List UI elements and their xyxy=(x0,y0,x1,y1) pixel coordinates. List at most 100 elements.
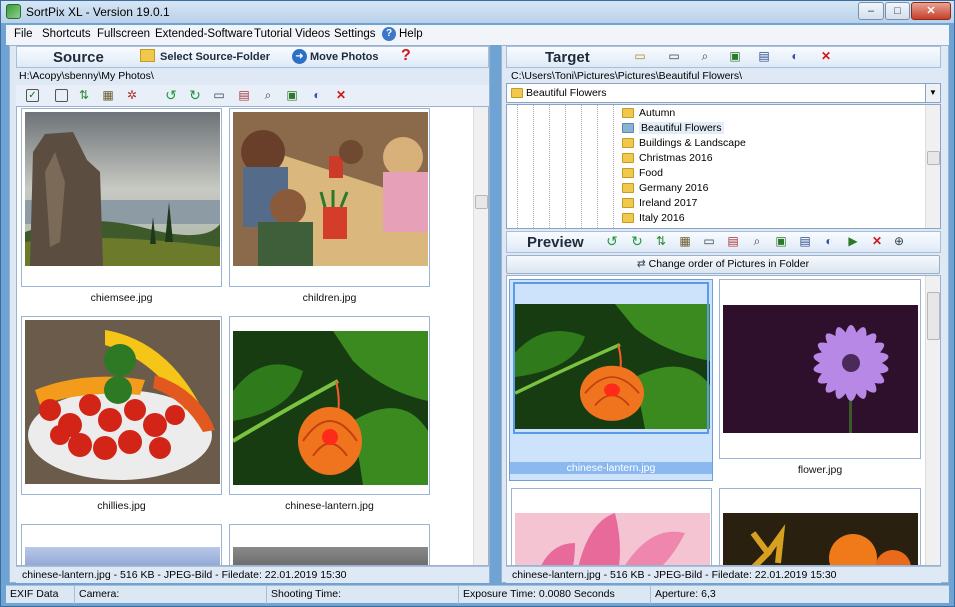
chillies-image xyxy=(25,320,220,484)
delete-icon[interactable]: ✕ xyxy=(816,47,836,67)
scrollbar-thumb[interactable] xyxy=(475,195,488,209)
window-title: SortPix XL - Version 19.0.1 xyxy=(26,5,170,19)
menu-extended-software[interactable]: Extended-Software xyxy=(155,28,253,40)
flower-image xyxy=(723,305,918,433)
thumb-caption: flower.jpg xyxy=(797,464,843,476)
rename-folder-icon[interactable]: ▭ xyxy=(664,47,684,67)
settings-wheel-icon[interactable]: ✲ xyxy=(122,86,142,106)
preview-scrollbar[interactable] xyxy=(925,276,940,565)
arrow-right-icon: ➜ xyxy=(292,49,307,64)
thumb-chiemsee[interactable]: chiemsee.jpg xyxy=(21,108,222,304)
thumb-chinese-lantern[interactable]: chinese-lantern.jpg xyxy=(229,316,430,512)
monitor-icon[interactable]: ▤ xyxy=(795,232,815,252)
thumb-caption: chinese-lantern.jpg xyxy=(510,462,712,474)
tree-scrollbar[interactable] xyxy=(925,105,940,228)
edit-image-icon[interactable]: ▣ xyxy=(282,86,302,106)
thumb-caption: chillies.jpg xyxy=(97,500,146,512)
source-status-text: chinese-lantern.jpg - 516 KB - JPEG-Bild… xyxy=(22,569,347,581)
folder-icon xyxy=(622,168,634,178)
uncheck-all-icon[interactable] xyxy=(55,89,68,102)
select-source-folder-button[interactable]: Select Source-Folder xyxy=(160,47,270,67)
menu-settings[interactable]: Settings xyxy=(334,28,376,40)
delete-icon[interactable]: ✕ xyxy=(867,232,887,252)
thumb-partial-1[interactable] xyxy=(21,524,222,565)
rotate-left-icon[interactable]: ↺ xyxy=(161,86,181,106)
app-icon xyxy=(6,4,21,19)
grid-view-icon[interactable]: ▦ xyxy=(98,86,118,106)
aperture-label: Aperture: 6,3 xyxy=(655,588,716,600)
menu-tutorial-videos[interactable]: Tutorial Videos xyxy=(254,28,330,40)
title-bar[interactable]: SortPix XL - Version 19.0.1 – □ ✕ xyxy=(1,1,954,23)
rename-icon[interactable]: ▭ xyxy=(699,232,719,252)
preview-status-text: chinese-lantern.jpg - 516 KB - JPEG-Bild… xyxy=(512,569,837,581)
thumb-chillies[interactable]: chillies.jpg xyxy=(21,316,222,512)
folder-icon xyxy=(622,198,634,208)
thumb-partial-2[interactable] xyxy=(229,524,430,565)
new-folder-icon[interactable]: ▭ xyxy=(630,47,650,67)
preview-status-bar: chinese-lantern.jpg - 516 KB - JPEG-Bild… xyxy=(506,566,941,583)
edit-icon[interactable]: ▣ xyxy=(771,232,791,252)
menu-shortcuts[interactable]: Shortcuts xyxy=(42,28,91,40)
search-icon[interactable]: ⌕ xyxy=(747,232,767,252)
source-thumbnail-grid: chiemsee.jpg children.jpg chillies.jpg c… xyxy=(16,106,489,566)
tree-item-label: Germany 2016 xyxy=(639,182,709,194)
preview-thumb-partial-1[interactable] xyxy=(511,488,712,565)
target-header: Target ▭ ▭ ⌕ ▣ ▤ ◐ ✕ xyxy=(506,46,941,68)
globe-icon[interactable]: ◐ xyxy=(307,86,327,106)
chinese-lantern-image xyxy=(233,331,428,485)
source-toolbar: ✓ ⇅ ▦ ✲ ↺ ↻ ▭ ▤ ⌕ ▣ ◐ ✕ xyxy=(16,85,489,107)
move-photos-button[interactable]: Move Photos xyxy=(310,47,378,67)
scrollbar-thumb[interactable] xyxy=(927,292,940,340)
minimize-button[interactable]: – xyxy=(858,2,884,20)
chevron-down-icon[interactable]: ▼ xyxy=(925,84,940,102)
document-icon[interactable]: ▤ xyxy=(234,86,254,106)
sort-arrows-icon[interactable]: ⇅ xyxy=(74,86,94,106)
selection-frame xyxy=(513,282,709,434)
zoom-icon[interactable]: ⊕ xyxy=(889,232,909,252)
preview-thumb-flower[interactable]: flower.jpg xyxy=(719,279,921,476)
check-all-icon[interactable]: ✓ xyxy=(26,89,39,102)
app-window: SortPix XL - Version 19.0.1 – □ ✕ File S… xyxy=(0,0,955,607)
source-header: Source Select Source-Folder ➜ Move Photo… xyxy=(16,46,489,68)
globe-icon[interactable]: ◐ xyxy=(785,47,805,67)
sort-arrows-icon[interactable]: ⇅ xyxy=(651,232,671,252)
maximize-button[interactable]: □ xyxy=(885,2,910,20)
exposure-time-label: Exposure Time: 0.0080 Seconds xyxy=(459,586,651,604)
target-folder-combo[interactable]: Beautiful Flowers ▼ xyxy=(506,83,941,103)
rotate-right-icon[interactable]: ↻ xyxy=(185,86,205,106)
preview-thumb-partial-2[interactable] xyxy=(719,488,921,565)
tree-item-label: Buildings & Landscape xyxy=(639,137,746,149)
tree-item-label: Italy 2016 xyxy=(639,212,685,224)
change-order-button[interactable]: ⇄ Change order of Pictures in Folder xyxy=(506,255,940,274)
thumb-children[interactable]: children.jpg xyxy=(229,108,430,304)
rename-icon[interactable]: ▭ xyxy=(209,86,229,106)
rotate-right-icon[interactable]: ↻ xyxy=(627,232,647,252)
document-icon[interactable]: ▤ xyxy=(723,232,743,252)
menu-fullscreen[interactable]: Fullscreen xyxy=(97,28,150,40)
delete-icon[interactable]: ✕ xyxy=(331,86,351,106)
folder-icon xyxy=(622,108,634,118)
partial-image xyxy=(233,547,428,565)
menu-help[interactable]: Help xyxy=(399,28,423,40)
search-icon[interactable]: ⌕ xyxy=(695,47,715,67)
butterfly-image xyxy=(723,513,918,565)
grid-view-icon[interactable]: ▦ xyxy=(675,232,695,252)
preview-thumb-chinese-lantern[interactable]: chinese-lantern.jpg xyxy=(509,279,713,481)
exif-data-label[interactable]: EXIF Data xyxy=(6,586,75,604)
combo-value: Beautiful Flowers xyxy=(526,87,607,99)
source-scrollbar[interactable] xyxy=(473,107,488,565)
tree-item-label: Ireland 2017 xyxy=(639,197,698,209)
help-red-icon[interactable]: ? xyxy=(401,47,411,65)
monitor-icon[interactable]: ▤ xyxy=(754,47,774,67)
pink-flower-image xyxy=(515,513,710,565)
globe-icon[interactable]: ◐ xyxy=(819,232,839,252)
scrollbar-thumb[interactable] xyxy=(927,151,940,165)
close-button[interactable]: ✕ xyxy=(911,2,951,20)
menu-file[interactable]: File xyxy=(14,28,33,40)
slideshow-icon[interactable]: ▶ xyxy=(843,232,863,252)
splitter[interactable] xyxy=(491,45,501,583)
folder-icon xyxy=(511,88,523,98)
edit-icon[interactable]: ▣ xyxy=(725,47,745,67)
search-icon[interactable]: ⌕ xyxy=(258,86,278,106)
rotate-left-icon[interactable]: ↺ xyxy=(602,232,622,252)
